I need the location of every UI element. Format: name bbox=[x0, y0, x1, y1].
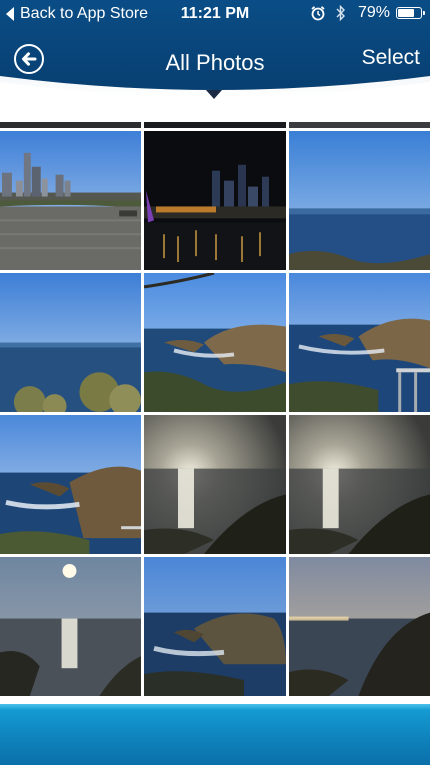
select-button[interactable]: Select bbox=[362, 46, 420, 70]
photo-picker-screen: Back to App Store 11:21 PM 79% All Photo… bbox=[0, 0, 430, 765]
photo-image bbox=[0, 273, 141, 412]
bottom-toolbar-sheen bbox=[0, 704, 430, 710]
status-bar: Back to App Store 11:21 PM 79% bbox=[0, 0, 430, 30]
back-to-app-store-link[interactable]: Back to App Store bbox=[6, 5, 148, 23]
battery-nub bbox=[423, 11, 425, 15]
status-right-group: 79% bbox=[310, 4, 425, 22]
battery-percentage: 79% bbox=[357, 4, 390, 21]
alarm-icon bbox=[311, 6, 325, 21]
back-chevron-icon bbox=[6, 7, 14, 21]
photo-image bbox=[0, 557, 141, 696]
photo-image bbox=[289, 415, 430, 554]
photo-thumbnail-partial[interactable] bbox=[0, 122, 141, 128]
photo-image bbox=[289, 273, 430, 412]
pull-down-handle-icon[interactable] bbox=[206, 90, 222, 99]
battery-fill bbox=[398, 9, 414, 17]
photo-thumbnail-partial[interactable] bbox=[144, 122, 286, 128]
back-button[interactable] bbox=[14, 44, 44, 74]
photo-image bbox=[144, 131, 286, 270]
photo-thumbnail[interactable] bbox=[144, 557, 286, 696]
photo-image bbox=[144, 273, 286, 412]
photo-image bbox=[289, 131, 430, 270]
photo-thumbnail[interactable] bbox=[0, 131, 141, 270]
battery-icon bbox=[396, 7, 425, 19]
photo-thumbnail[interactable] bbox=[0, 273, 141, 412]
photo-thumbnail[interactable] bbox=[289, 557, 430, 696]
photo-thumbnail[interactable] bbox=[0, 557, 141, 696]
photo-image bbox=[289, 557, 430, 696]
photo-thumbnail[interactable] bbox=[0, 415, 141, 554]
photo-image bbox=[144, 415, 286, 554]
photo-thumbnail[interactable] bbox=[144, 131, 286, 270]
arrow-left-icon bbox=[22, 52, 37, 66]
photo-thumbnail[interactable] bbox=[144, 415, 286, 554]
photo-thumbnail[interactable] bbox=[144, 273, 286, 412]
photo-image bbox=[144, 557, 286, 696]
photo-thumbnail[interactable] bbox=[289, 131, 430, 270]
bottom-toolbar bbox=[0, 704, 430, 765]
nav-header: All Photos Select bbox=[0, 44, 430, 80]
grid-row-partial bbox=[0, 122, 430, 128]
bluetooth-icon bbox=[336, 4, 345, 22]
photo-thumbnail[interactable] bbox=[289, 415, 430, 554]
photo-thumbnail[interactable] bbox=[289, 273, 430, 412]
photo-image bbox=[0, 131, 141, 270]
back-to-app-store-label: Back to App Store bbox=[20, 5, 149, 22]
photo-thumbnail-partial[interactable] bbox=[289, 122, 430, 128]
photo-image bbox=[0, 415, 141, 554]
